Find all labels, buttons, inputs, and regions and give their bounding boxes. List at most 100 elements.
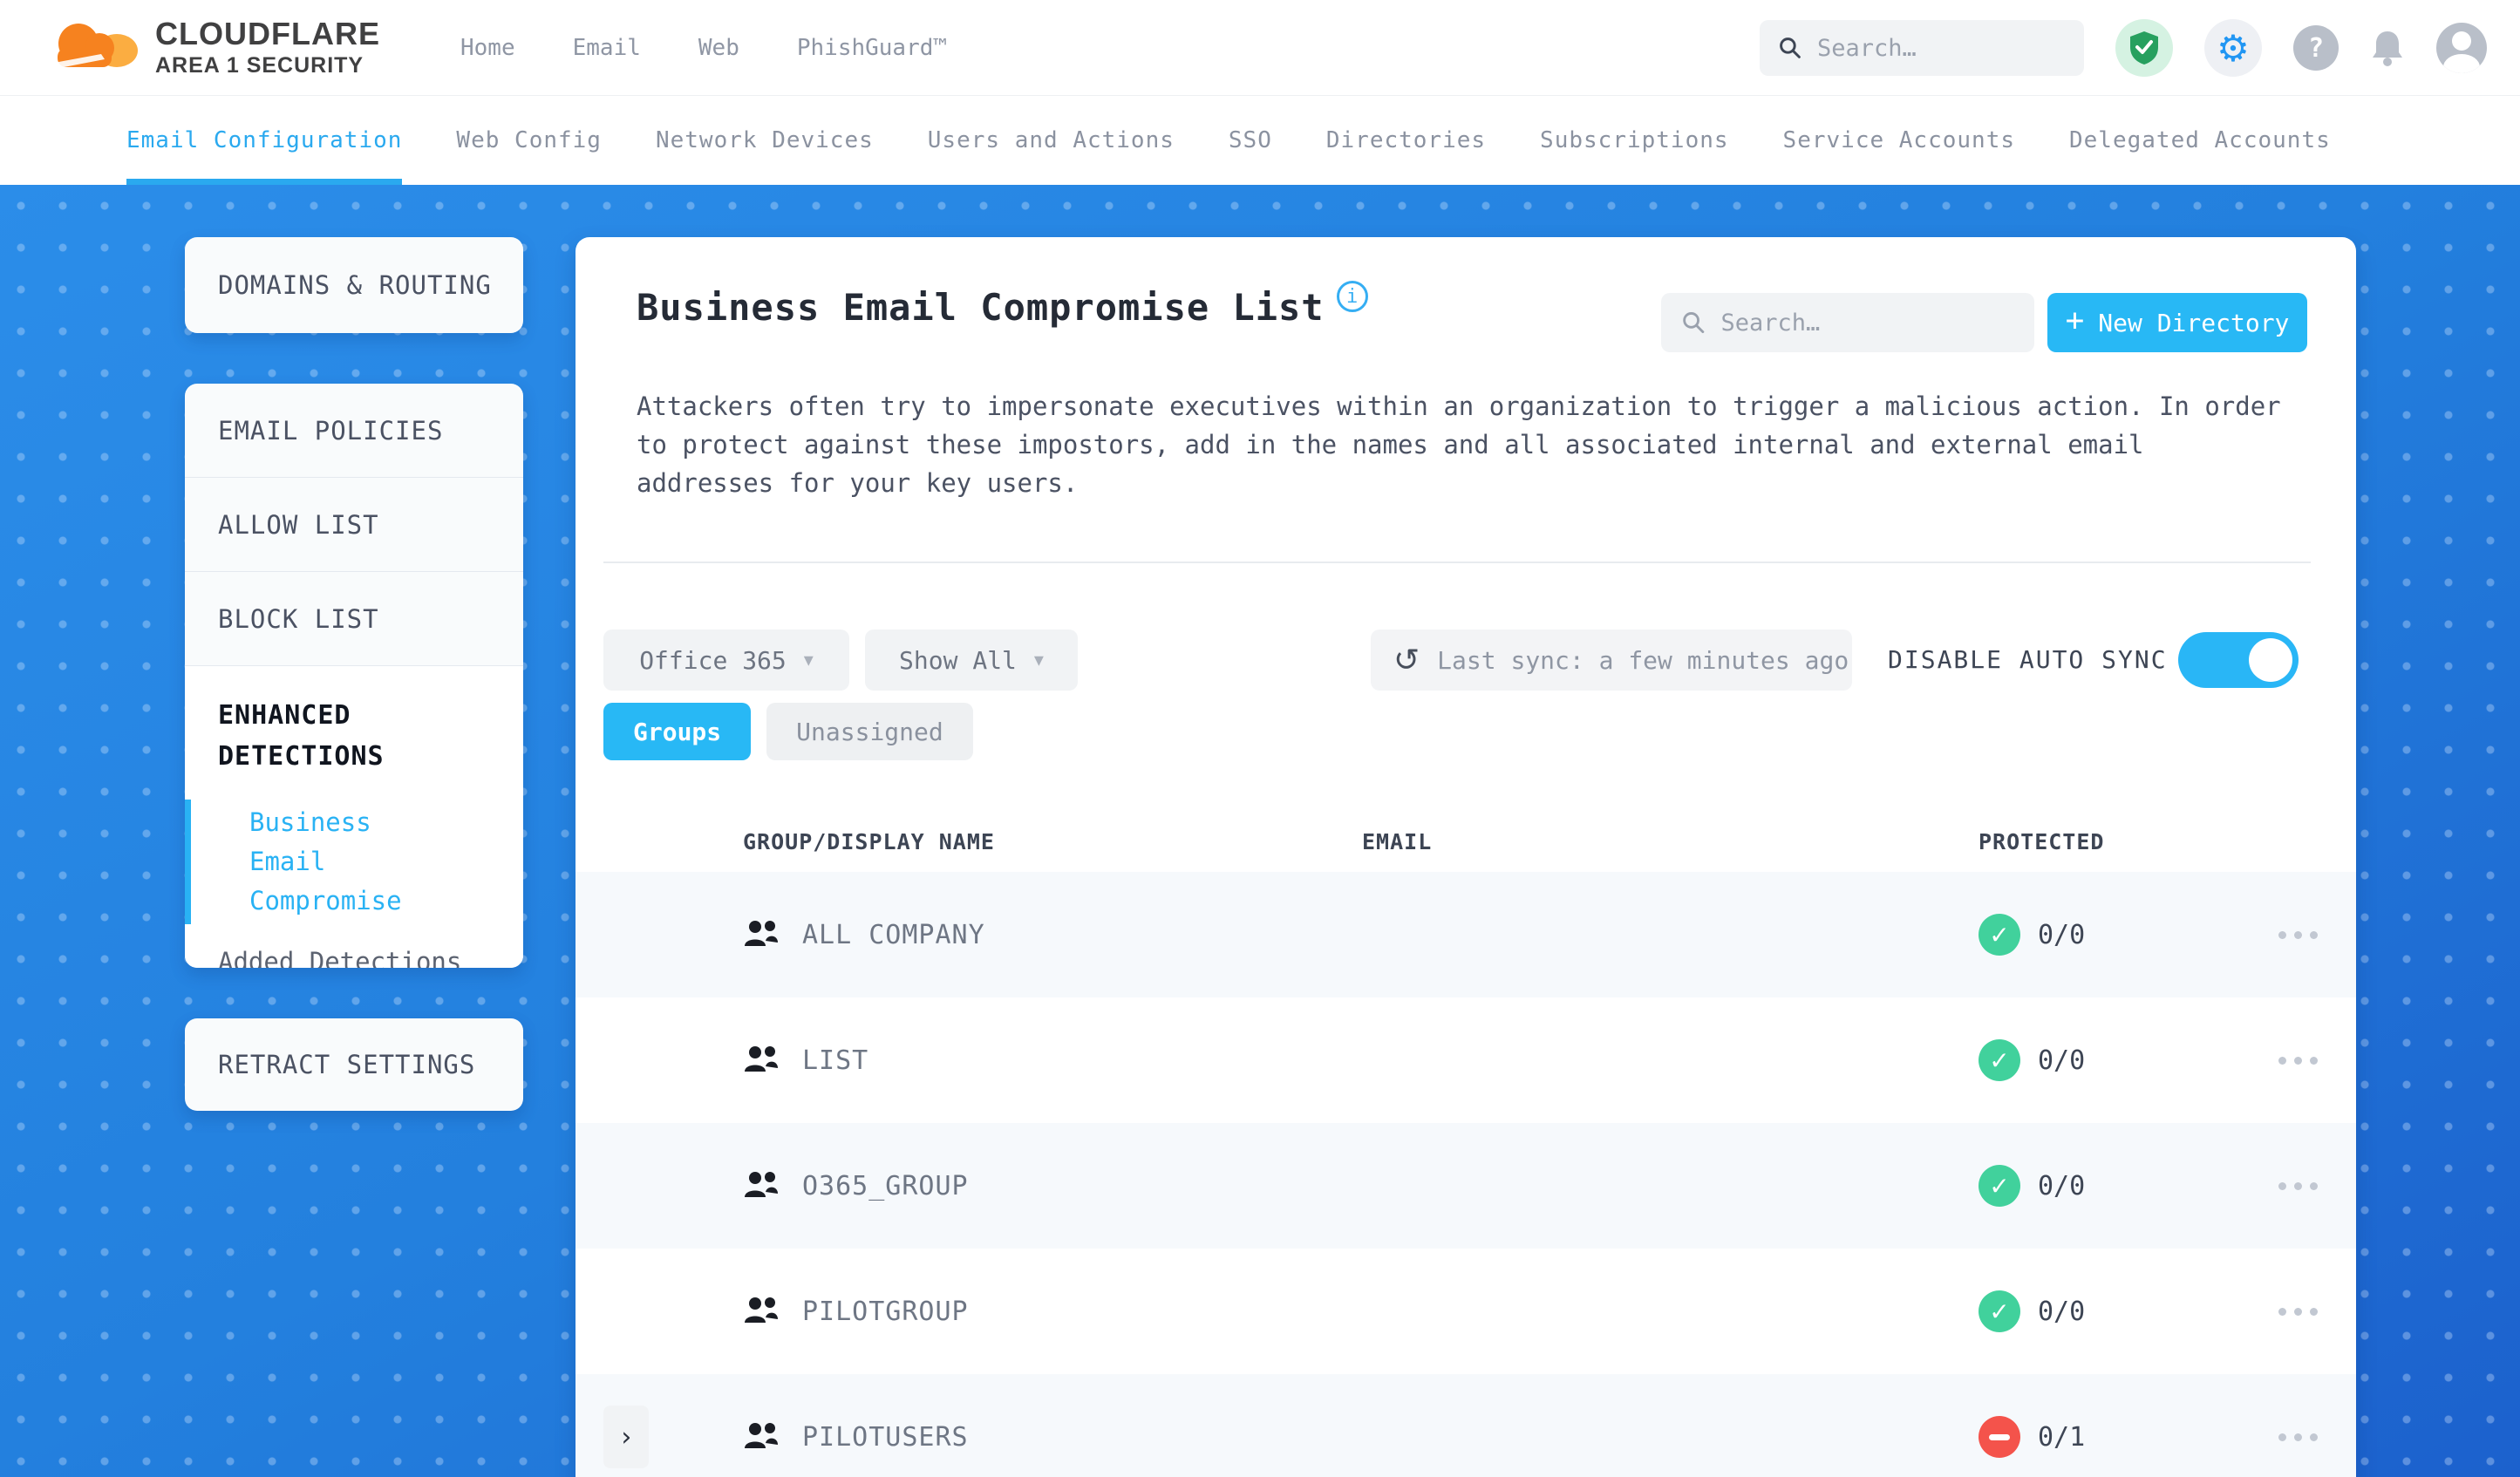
protected-ok-badge: ✓ — [1979, 1165, 2020, 1207]
plus-icon: + — [2065, 303, 2085, 338]
shield-check-icon — [2130, 31, 2158, 65]
group-name: PILOTUSERS — [802, 1421, 969, 1453]
tab-network-devices[interactable]: Network Devices — [656, 96, 874, 185]
chevron-down-icon: ▾ — [1033, 649, 1044, 671]
refresh-icon: ↻ — [1393, 642, 1420, 678]
tab-email-configuration[interactable]: Email Configuration — [126, 96, 403, 185]
table-row: O365_GROUP ✓ 0/0 — [576, 1123, 2356, 1249]
help-button[interactable]: ? — [2293, 25, 2339, 71]
sidebar-item-email-policies[interactable]: EMAIL POLICIES — [185, 384, 523, 478]
topnav-email[interactable]: Email — [573, 35, 641, 61]
protected-count: 0/0 — [2038, 1045, 2086, 1076]
group-icon — [745, 921, 778, 946]
cloudflare-cloud-icon — [54, 24, 138, 69]
tab-subscriptions[interactable]: Subscriptions — [1540, 96, 1729, 185]
info-icon[interactable]: i — [1336, 281, 1368, 312]
sidebar-item-business-email-compromise[interactable]: Business Email Compromise — [185, 800, 445, 924]
topnav-home[interactable]: Home — [460, 35, 515, 61]
group-name: O365_GROUP — [802, 1170, 969, 1201]
search-icon — [1683, 311, 1705, 334]
question-icon: ? — [2293, 25, 2339, 71]
row-menu-button[interactable] — [2275, 1174, 2321, 1199]
bell-icon — [2373, 31, 2402, 66]
account-button[interactable] — [2436, 23, 2487, 73]
panel-header: Business Email Compromise List i — [637, 281, 1368, 329]
sidebar-item-retract-settings[interactable]: RETRACT SETTINGS — [185, 1018, 523, 1111]
auto-sync-label: DISABLE AUTO SYNC — [1888, 645, 2168, 674]
table-header: GROUP/DISPLAY NAME EMAIL PROTECTED — [576, 811, 2356, 872]
show-filter-select[interactable]: Show All ▾ — [865, 630, 1078, 691]
sidebar-card-policies: EMAIL POLICIES ALLOW LIST BLOCK LIST ENH… — [185, 384, 523, 968]
sidebar-item-added-detections[interactable]: Added Detections — [218, 947, 494, 968]
group-name: PILOTGROUP — [802, 1296, 969, 1327]
row-menu-button[interactable] — [2275, 1425, 2321, 1450]
settings-button[interactable]: ⚙ — [2204, 19, 2262, 77]
security-status-button[interactable] — [2115, 19, 2173, 77]
group-icon — [745, 1297, 778, 1323]
gear-icon: ⚙ — [2217, 26, 2250, 70]
tab-unassigned[interactable]: Unassigned — [766, 703, 973, 760]
row-menu-button[interactable] — [2275, 1048, 2321, 1073]
chevron-right-icon: › — [617, 1421, 635, 1453]
notifications-button[interactable] — [2370, 29, 2405, 67]
protected-cell: ✓ 0/0 — [1979, 914, 2240, 956]
tab-delegated-accounts[interactable]: Delegated Accounts — [2069, 96, 2331, 185]
row-menu-button[interactable] — [2275, 922, 2321, 948]
group-tabs: Groups Unassigned — [603, 703, 973, 760]
table-row: LIST ✓ 0/0 — [576, 997, 2356, 1123]
sidebar-item-domains-routing[interactable]: DOMAINS & ROUTING — [185, 237, 523, 333]
tab-sso[interactable]: SSO — [1229, 96, 1272, 185]
table-row: PILOTGROUP ✓ 0/0 — [576, 1249, 2356, 1374]
filter-row: Office 365 ▾ Show All ▾ ↻ Last sync: a f… — [576, 630, 2356, 691]
topnav-phishguard[interactable]: PhishGuard™ — [797, 35, 947, 61]
last-sync-button[interactable]: ↻ Last sync: a few minutes ago — [1371, 630, 1852, 691]
group-icon — [745, 1046, 778, 1072]
toggle-knob — [2249, 638, 2292, 682]
protected-count: 0/0 — [2038, 1170, 2086, 1201]
col-email: EMAIL — [1362, 828, 1433, 854]
protected-ok-badge: ✓ — [1979, 914, 2020, 956]
top-bar: CLOUDFLARE AREA 1 SECURITY Home Email We… — [0, 0, 2520, 96]
tab-web-config[interactable]: Web Config — [456, 96, 602, 185]
expand-row-button[interactable]: › — [603, 1406, 649, 1468]
protected-blocked-badge — [1979, 1416, 2020, 1458]
brand-subtitle: AREA 1 SECURITY — [155, 53, 364, 78]
cloudflare-logo[interactable]: CLOUDFLARE AREA 1 SECURITY — [49, 16, 380, 78]
protected-ok-badge: ✓ — [1979, 1039, 2020, 1081]
protected-cell: 0/1 — [1979, 1416, 2240, 1458]
content-area: DOMAINS & ROUTING EMAIL POLICIES ALLOW L… — [0, 185, 2520, 1477]
protected-cell: ✓ 0/0 — [1979, 1165, 2240, 1207]
new-directory-button[interactable]: + New Directory — [2047, 293, 2307, 352]
protected-count: 0/1 — [2038, 1421, 2086, 1453]
topnav-web[interactable]: Web — [698, 35, 739, 61]
bec-search[interactable] — [1661, 293, 2034, 352]
directory-select[interactable]: Office 365 ▾ — [603, 630, 849, 691]
groups-table: GROUP/DISPLAY NAME EMAIL PROTECTED ALL C… — [576, 811, 2356, 1477]
auto-sync-toggle[interactable] — [2178, 632, 2299, 688]
last-sync-label: Last sync: a few minutes ago — [1437, 645, 1849, 675]
col-group-display-name: GROUP/DISPLAY NAME — [743, 828, 995, 854]
tab-users-and-actions[interactable]: Users and Actions — [928, 96, 1175, 185]
brand-title: CLOUDFLARE — [155, 16, 380, 52]
sidebar-card-domains: DOMAINS & ROUTING — [185, 237, 523, 333]
tab-directories[interactable]: Directories — [1326, 96, 1486, 185]
tab-groups[interactable]: Groups — [603, 703, 752, 760]
group-icon — [745, 1423, 778, 1448]
sidebar-item-allow-list[interactable]: ALLOW LIST — [185, 478, 523, 572]
global-search-input[interactable] — [1816, 34, 2065, 62]
tab-service-accounts[interactable]: Service Accounts — [1783, 96, 2015, 185]
protected-cell: ✓ 0/0 — [1979, 1039, 2240, 1081]
divider — [603, 562, 2311, 563]
bec-search-input[interactable] — [1720, 309, 2013, 337]
page-title: Business Email Compromise List — [637, 286, 1325, 329]
top-nav: Home Email Web PhishGuard™ — [460, 35, 947, 61]
row-menu-button[interactable] — [2275, 1299, 2321, 1324]
table-row: › PILOTUSERS 0/1 — [576, 1374, 2356, 1477]
sidebar-item-enhanced-detections[interactable]: ENHANCED DETECTIONS — [218, 696, 445, 777]
bec-panel: Business Email Compromise List i + New D… — [576, 237, 2356, 1477]
col-protected: PROTECTED — [1979, 828, 2105, 854]
global-search[interactable] — [1760, 20, 2084, 76]
sidebar-item-block-list[interactable]: BLOCK LIST — [185, 572, 523, 666]
group-name: LIST — [802, 1045, 869, 1076]
protected-cell: ✓ 0/0 — [1979, 1290, 2240, 1332]
